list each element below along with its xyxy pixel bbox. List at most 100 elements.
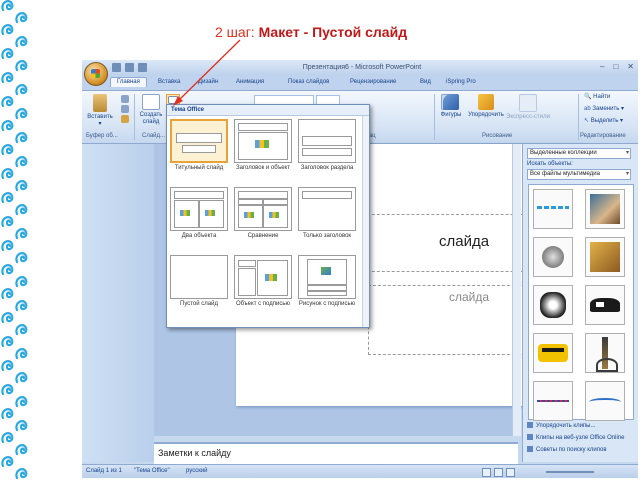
create-slide-button[interactable]: Создать слайд xyxy=(138,94,164,126)
tab-ispring[interactable]: iSpring Pro xyxy=(446,79,476,85)
arrange-button[interactable]: Упорядочить xyxy=(466,94,506,119)
ornament-curl xyxy=(15,444,28,456)
ornament-curl xyxy=(15,204,28,216)
sorter-view-icon[interactable] xyxy=(494,468,503,477)
ornament-curl xyxy=(15,324,28,336)
office-button[interactable] xyxy=(84,62,108,86)
clip-thumbnail[interactable] xyxy=(533,285,573,325)
find-button[interactable]: 🔍 Найти xyxy=(584,94,610,101)
search-objects-label: Искать объекты: xyxy=(527,161,573,167)
layout-title-only[interactable]: Только заголовок xyxy=(297,187,357,240)
clip-thumbnail[interactable] xyxy=(585,237,625,277)
paste-icon xyxy=(93,94,107,112)
layout-name: Заголовок раздела xyxy=(300,165,354,171)
layout-thumb xyxy=(170,255,228,299)
layout-title-and-content[interactable]: Заголовок и объект xyxy=(233,119,293,172)
group-separator xyxy=(134,94,135,140)
tab-review[interactable]: Рецензирование xyxy=(350,79,396,85)
ornament-curl xyxy=(1,432,14,444)
tab-design[interactable]: Дизайн xyxy=(198,79,218,85)
arrange-label: Упорядочить xyxy=(468,112,504,118)
gallery-scrollbar[interactable] xyxy=(362,116,369,327)
replace-button[interactable]: ab Заменить ▾ xyxy=(584,106,624,113)
ornament-curl xyxy=(1,312,14,324)
slideshow-view-icon[interactable] xyxy=(506,468,515,477)
layout-thumb xyxy=(298,119,356,163)
ornament-curl xyxy=(1,120,14,132)
clip-organizer-icon xyxy=(527,422,533,428)
clip-thumbnail[interactable] xyxy=(533,189,573,229)
clip-thumbnail[interactable] xyxy=(533,237,573,277)
clip-thumbnail[interactable] xyxy=(585,285,625,325)
cut-icon[interactable] xyxy=(121,95,129,103)
ornament-curl xyxy=(15,348,28,360)
normal-view-icon[interactable] xyxy=(482,468,491,477)
zoom-slider[interactable] xyxy=(546,471,594,473)
ornament-curl xyxy=(15,156,28,168)
layout-thumb xyxy=(298,255,356,299)
tab-home[interactable]: Главная xyxy=(110,77,147,87)
layout-gallery: Тема Office Титульный слайд Заголовок и … xyxy=(166,104,370,328)
replace-label: Заменить xyxy=(592,106,620,112)
ornament-curl xyxy=(15,276,28,288)
clipboard-small-tools xyxy=(118,95,132,125)
layout-content-with-caption[interactable]: Объект с подписью xyxy=(233,255,293,308)
save-icon[interactable] xyxy=(112,63,121,72)
layout-title-slide[interactable]: Титульный слайд xyxy=(169,119,229,172)
group-separator xyxy=(578,94,579,140)
ornament-curl xyxy=(1,384,14,396)
format-painter-icon[interactable] xyxy=(121,115,129,123)
tab-insert[interactable]: Вставка xyxy=(158,79,180,85)
paste-button[interactable]: Вставить ▾ xyxy=(86,94,114,128)
clip-thumbnail[interactable] xyxy=(533,381,573,421)
copy-icon[interactable] xyxy=(121,105,129,113)
new-slide-icon xyxy=(142,94,160,110)
redo-icon[interactable] xyxy=(138,63,147,72)
maximize-icon[interactable]: □ xyxy=(613,62,618,71)
layout-name: Заголовок и объект xyxy=(236,165,290,171)
layout-picture-with-caption[interactable]: Рисунок с подписью xyxy=(297,255,357,308)
close-icon[interactable]: ✕ xyxy=(627,62,634,71)
search-in-select[interactable]: Выделенные коллекции xyxy=(527,148,631,159)
subtitle-placeholder-text: слайда xyxy=(449,290,490,304)
window-title: Презентация6 - Microsoft PowerPoint xyxy=(302,64,422,71)
select-button[interactable]: ↖ Выделить ▾ xyxy=(584,118,623,125)
clip-thumbnail[interactable] xyxy=(533,333,573,373)
layout-section-header[interactable]: Заголовок раздела xyxy=(297,119,357,172)
media-type-select[interactable]: Все файлы мультимедиа xyxy=(527,169,631,180)
gallery-header: Тема Office xyxy=(167,105,369,116)
tab-view[interactable]: Вид xyxy=(420,79,431,85)
search-tips-text: Советы по поиску клипов xyxy=(536,447,607,453)
slides-panel[interactable] xyxy=(82,144,154,462)
layout-name: Титульный слайд xyxy=(174,165,224,171)
ornament-curl xyxy=(1,360,14,372)
tab-slideshow[interactable]: Показ слайдов xyxy=(288,79,329,85)
layout-blank[interactable]: Пустой слайд xyxy=(169,255,229,308)
clip-thumbnail[interactable] xyxy=(585,333,625,373)
layout-thumb xyxy=(234,255,292,299)
layout-two-content[interactable]: Два объекта xyxy=(169,187,229,240)
layout-thumb xyxy=(298,187,356,231)
clip-art-pane: Выделенные коллекции Искать объекты: Все… xyxy=(522,144,638,462)
organize-clips-link[interactable]: Упорядочить клипы... xyxy=(527,422,595,429)
clip-results xyxy=(528,184,634,421)
ornament-curl xyxy=(15,84,28,96)
clip-thumbnail[interactable] xyxy=(585,381,625,421)
edit-group-label: Редактирование xyxy=(580,133,626,139)
ornament-curl xyxy=(15,396,28,408)
find-label: Найти xyxy=(593,94,611,100)
status-bar: Слайд 1 из 1 "Тема Office" русский xyxy=(82,464,638,478)
shapes-button[interactable]: Фигуры xyxy=(436,94,466,119)
minimize-icon[interactable]: – xyxy=(600,62,604,71)
notes-pane[interactable]: Заметки к слайду xyxy=(154,442,518,464)
quick-styles-button[interactable]: Экспресс-стили xyxy=(506,94,550,121)
layout-comparison[interactable]: Сравнение xyxy=(233,187,293,240)
vertical-scrollbar[interactable] xyxy=(512,144,521,436)
tab-animation[interactable]: Анимация xyxy=(236,79,264,85)
undo-icon[interactable] xyxy=(125,63,134,72)
ornament-curl xyxy=(1,288,14,300)
office-online-clips-link[interactable]: Клипы на веб-узле Office Online xyxy=(527,434,624,441)
search-tips-link[interactable]: Советы по поиску клипов xyxy=(527,446,607,453)
ornament-curl xyxy=(1,192,14,204)
clip-thumbnail[interactable] xyxy=(585,189,625,229)
